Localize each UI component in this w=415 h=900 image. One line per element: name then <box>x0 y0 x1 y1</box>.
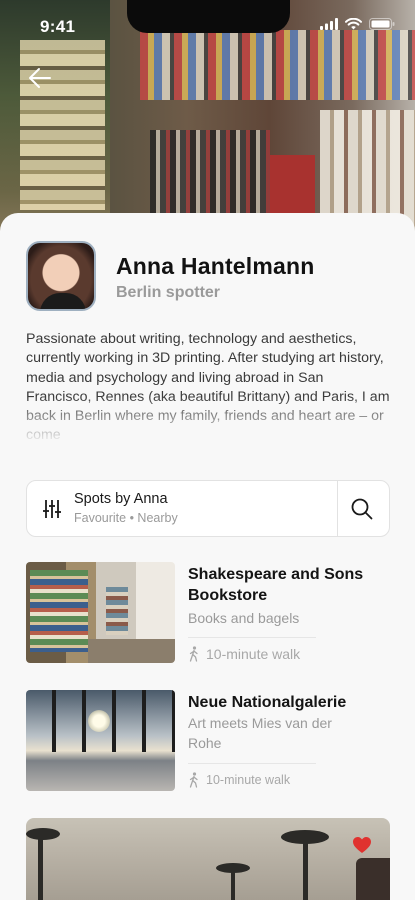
arrow-left-icon <box>29 68 51 88</box>
walking-person-icon <box>189 772 198 788</box>
spot-walk-time: 10-minute walk <box>188 646 300 662</box>
spot-card-neue-nationalgalerie[interactable]: Neue Nationalgalerie Art meets Mies van … <box>26 690 391 792</box>
spot-card-featured[interactable] <box>26 818 390 900</box>
heart-icon <box>353 837 371 853</box>
status-icons <box>320 18 395 30</box>
search-button[interactable] <box>349 496 375 522</box>
spot-walk-label: 10-minute walk <box>206 773 291 787</box>
signal-icon <box>320 18 338 30</box>
battery-icon <box>369 18 395 30</box>
back-button[interactable] <box>26 64 54 92</box>
spot-description: Art meets Mies van der Rohe <box>188 715 332 751</box>
spot-walk-label: 10-minute walk <box>206 646 301 662</box>
filter-subtitle: Favourite • Nearby <box>74 511 178 525</box>
spot-divider <box>188 763 316 764</box>
status-bar: 9:41 <box>0 0 415 50</box>
spot-description: Books and bagels <box>188 610 300 626</box>
search-icon <box>351 498 373 520</box>
walking-person-icon <box>189 646 198 662</box>
spots-filter-bar[interactable]: Spots by Anna Favourite • Nearby <box>26 480 390 537</box>
spot-divider <box>188 637 316 638</box>
spot-walk-time: 10-minute walk <box>188 772 290 788</box>
profile-role: Berlin spotter <box>116 284 221 301</box>
profile-sheet: Anna Hantelmann Berlin spotter Passionat… <box>0 213 415 900</box>
spot-image <box>26 690 175 791</box>
filter-title: Spots by Anna <box>74 491 168 507</box>
spot-name: Neue Nationalgalerie <box>188 694 347 711</box>
spot-image <box>26 562 175 663</box>
profile-name: Anna Hantelmann <box>116 253 315 279</box>
profile-bio[interactable]: Passionate about writing, technology and… <box>26 330 391 442</box>
spot-card-shakespeare[interactable]: Shakespeare and Sons Bookstore Books and… <box>26 562 391 664</box>
wifi-icon <box>345 18 362 30</box>
status-time: 9:41 <box>40 17 76 36</box>
spot-name: Shakespeare and Sons Bookstore <box>188 566 364 604</box>
avatar <box>26 241 96 311</box>
profile-header: Anna Hantelmann Berlin spotter <box>26 241 391 311</box>
favorite-button[interactable] <box>352 836 372 854</box>
sliders-icon[interactable] <box>41 498 63 520</box>
filter-divider <box>337 481 338 536</box>
